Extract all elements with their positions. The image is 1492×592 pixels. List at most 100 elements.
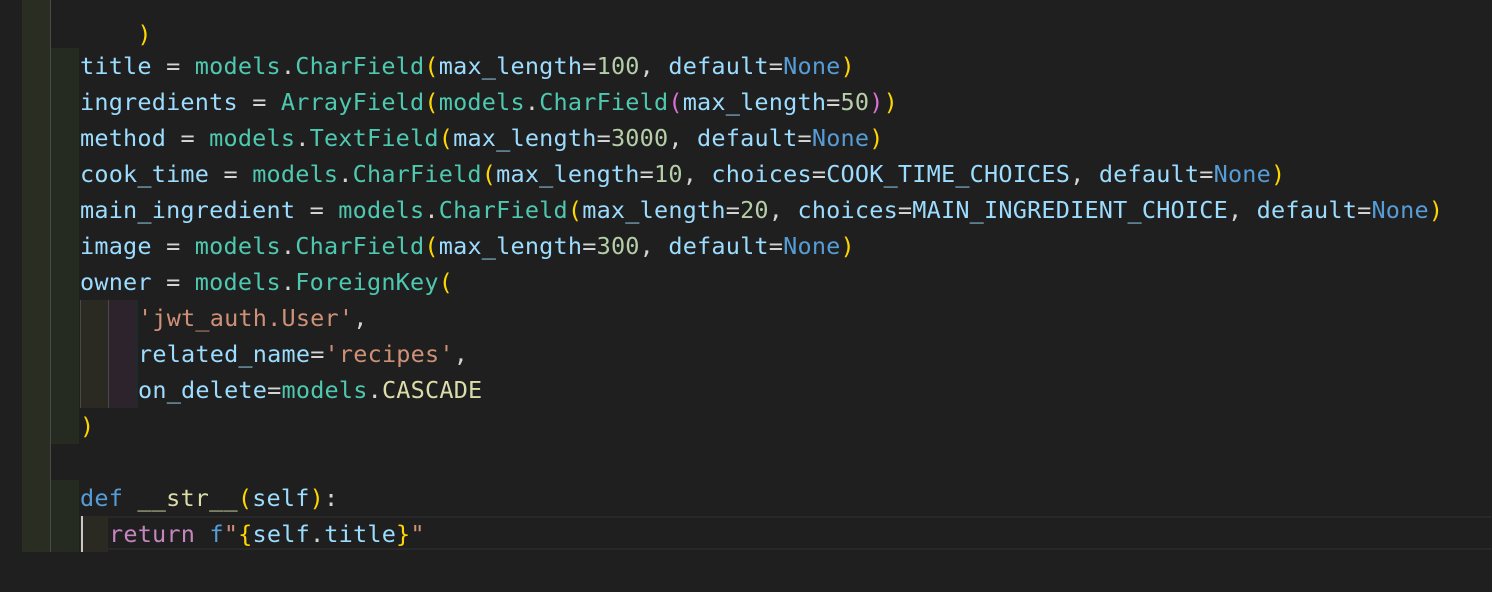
code-line-title[interactable]: title = models.CharField(max_length=100,…	[80, 48, 855, 84]
code-line-arg-model[interactable]: 'jwt_auth.User',	[138, 300, 368, 336]
param: default	[668, 52, 769, 80]
paren: )	[1428, 196, 1444, 224]
paren: )	[883, 88, 898, 116]
comma: ,	[453, 340, 469, 368]
dot: .	[295, 124, 310, 152]
constant: CASCADE	[381, 376, 483, 404]
module: models	[194, 232, 281, 260]
class-name: CharField	[438, 196, 568, 224]
operator: =	[582, 52, 597, 80]
param: self	[252, 484, 310, 512]
code-line-image[interactable]: image = models.CharField(max_length=300,…	[80, 228, 855, 264]
param: max_length	[582, 196, 726, 224]
quote: "	[410, 520, 425, 548]
class-name: ArrayField	[280, 88, 425, 116]
code-line-cook-time[interactable]: cook_time = models.CharField(max_length=…	[80, 156, 1285, 192]
code-line[interactable]: )	[80, 0, 152, 48]
operator: =	[166, 124, 210, 152]
code-line-def[interactable]: def __str__(self):	[80, 480, 338, 516]
param: default	[668, 232, 769, 260]
class-name: ForeignKey	[295, 268, 439, 296]
brace: {	[238, 520, 253, 548]
identifier: cook_time	[80, 160, 210, 188]
comma: ,	[353, 304, 368, 332]
number: 300	[596, 232, 640, 260]
close-paren: )	[137, 20, 152, 48]
operator: =	[826, 88, 841, 116]
indent-guide	[108, 300, 136, 408]
keyword: None	[783, 52, 841, 80]
param: max_length	[438, 232, 583, 260]
code-line-return[interactable]: return f"{self.title}"	[109, 516, 425, 552]
operator: =	[267, 376, 282, 404]
paren: (	[424, 88, 439, 116]
paren: )	[840, 232, 855, 260]
active-indent-guide-line	[81, 516, 83, 552]
indent-guide	[80, 516, 108, 552]
code-line-owner[interactable]: owner = models.ForeignKey(	[80, 264, 453, 300]
module: models	[209, 124, 296, 152]
operator: =	[310, 340, 325, 368]
paren: )	[869, 124, 884, 152]
dot: .	[338, 160, 353, 188]
code-line-close[interactable]: )	[80, 408, 94, 444]
module: models	[338, 196, 425, 224]
operator: =	[1357, 196, 1372, 224]
quote: "	[223, 520, 239, 548]
dot: .	[524, 88, 540, 116]
param: max_length	[453, 124, 597, 152]
indent-guide	[22, 0, 50, 552]
comma: ,	[639, 232, 669, 260]
param: default	[1256, 196, 1358, 224]
identifier: title	[80, 52, 152, 80]
constant: COOK_TIME_CHOICES	[826, 160, 1071, 188]
dot: .	[280, 268, 296, 296]
operator: =	[897, 196, 913, 224]
param: default	[697, 124, 798, 152]
class-name: CharField	[295, 52, 425, 80]
function-name: __str__	[137, 484, 238, 512]
operator: =	[639, 160, 654, 188]
module: models	[194, 268, 281, 296]
keyword: None	[1371, 196, 1429, 224]
identifier: method	[80, 124, 167, 152]
identifier: title	[324, 520, 397, 548]
keyword: None	[783, 232, 841, 260]
class-name: CharField	[295, 232, 425, 260]
param: default	[1098, 160, 1200, 188]
dot: .	[367, 376, 382, 404]
number: 20	[740, 196, 769, 224]
code-line-arg-related-name[interactable]: related_name='recipes',	[138, 336, 468, 372]
comma: ,	[682, 160, 712, 188]
string: 'recipes'	[324, 340, 454, 368]
keyword: return	[109, 520, 196, 548]
code-line-arg-on-delete[interactable]: on_delete=models.CASCADE	[138, 372, 482, 408]
identifier: image	[80, 232, 152, 260]
paren: (	[438, 124, 454, 152]
code-line-method[interactable]: method = models.TextField(max_length=300…	[80, 120, 884, 156]
indent-guide	[80, 300, 108, 408]
param: on_delete	[138, 376, 268, 404]
identifier: main_ingredient	[80, 196, 296, 224]
indent-guide-line	[108, 300, 109, 408]
paren: (	[424, 232, 439, 260]
dot: .	[280, 232, 296, 260]
dot: .	[280, 52, 296, 80]
paren: )	[840, 52, 855, 80]
module: models	[438, 88, 525, 116]
code-editor[interactable]: ) title = models.CharField(max_length=10…	[0, 0, 1492, 592]
module: models	[252, 160, 339, 188]
indent-guide	[50, 48, 79, 444]
code-line-main-ingredient[interactable]: main_ingredient = models.CharField(max_l…	[80, 192, 1443, 228]
operator: =	[582, 232, 597, 260]
operator: =	[237, 88, 281, 116]
operator: =	[768, 232, 784, 260]
dot: .	[309, 520, 325, 548]
code-line-ingredients[interactable]: ingredients = ArrayField(models.CharFiel…	[80, 84, 898, 120]
paren: (	[668, 88, 683, 116]
string: 'jwt_auth.User'	[138, 304, 354, 332]
number: 10	[653, 160, 683, 188]
param: related_name	[138, 340, 311, 368]
param: choices	[797, 196, 898, 224]
